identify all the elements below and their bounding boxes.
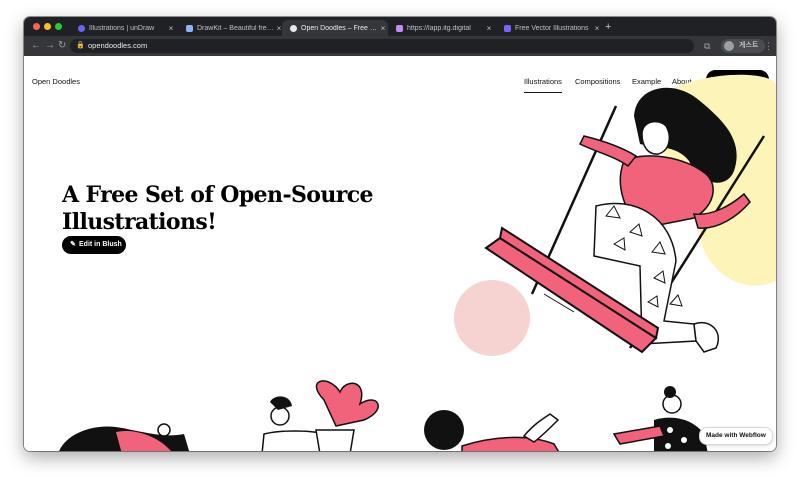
address-bar[interactable]: 🔒 opendoodles.com bbox=[70, 39, 694, 53]
zoom-window-button[interactable] bbox=[55, 23, 62, 30]
close-tab-icon[interactable]: × bbox=[166, 24, 176, 33]
doodle-lying bbox=[424, 410, 560, 451]
pink-circle bbox=[454, 280, 530, 356]
new-tab-button[interactable]: + bbox=[605, 20, 611, 34]
lock-icon: 🔒 bbox=[76, 42, 85, 49]
hero-headline: A Free Set of Open-Source Illustrations! bbox=[62, 182, 374, 235]
translate-icon[interactable]: ⧉ bbox=[704, 40, 710, 52]
close-window-button[interactable] bbox=[33, 23, 40, 30]
close-tab-icon[interactable]: × bbox=[378, 24, 388, 33]
browser-toolbar: ← → ↻ 🔒 opendoodles.com ⧉ 게스트 ⋮ bbox=[24, 36, 776, 56]
reload-icon[interactable]: ↻ bbox=[58, 39, 66, 53]
profile-label: 게스트 bbox=[739, 42, 759, 49]
tab-free-vector[interactable]: Free Vector Illustrations × bbox=[496, 20, 602, 36]
swing-illustration bbox=[454, 74, 776, 356]
open-doodles-favicon-icon bbox=[290, 24, 297, 32]
edit-in-blush-button[interactable]: ✎ Edit in Blush bbox=[62, 236, 126, 254]
minimize-window-button[interactable] bbox=[44, 23, 51, 30]
avatar-icon bbox=[724, 41, 734, 51]
drawkit-favicon-icon bbox=[186, 24, 193, 32]
tab-drawkit[interactable]: DrawKit – Beautiful free vector illustra… bbox=[178, 20, 284, 36]
tab-open-doodles[interactable]: Open Doodles – Free sketchy illustration… bbox=[282, 20, 388, 36]
menu-icon[interactable]: ⋮ bbox=[764, 40, 773, 52]
web-page: Open Doodles Illustrations Compositions … bbox=[24, 56, 776, 451]
made-with-webflow-badge[interactable]: Made with Webflow bbox=[699, 427, 773, 445]
undraw-favicon-icon bbox=[78, 24, 85, 32]
doodle-plant bbox=[261, 380, 379, 451]
doodle-gallery-row bbox=[59, 380, 708, 451]
tab-lapp[interactable]: https://lapp.itg.digital × bbox=[388, 20, 494, 36]
site-logo[interactable]: Open Doodles bbox=[32, 77, 80, 86]
pencil-icon: ✎ bbox=[70, 241, 76, 248]
face bbox=[641, 120, 671, 155]
back-arrow-icon[interactable]: ← bbox=[31, 39, 41, 53]
tab-bar: Illustrations | unDraw × DrawKit – Beaut… bbox=[24, 17, 776, 36]
browser-window: Illustrations | unDraw × DrawKit – Beaut… bbox=[24, 17, 776, 451]
left-arm bbox=[578, 135, 638, 168]
close-tab-icon[interactable]: × bbox=[592, 24, 602, 33]
url-text: opendoodles.com bbox=[88, 41, 148, 50]
tab-undraw[interactable]: Illustrations | unDraw × bbox=[70, 20, 176, 36]
free-vector-favicon-icon bbox=[504, 24, 511, 32]
profile-button[interactable]: 게스트 bbox=[721, 39, 766, 53]
foot bbox=[693, 321, 719, 353]
doodle-sitting bbox=[612, 386, 708, 451]
doodle-reclining bbox=[59, 423, 190, 451]
close-tab-icon[interactable]: × bbox=[484, 24, 494, 33]
forward-arrow-icon[interactable]: → bbox=[45, 39, 55, 53]
lapp-favicon-icon bbox=[396, 24, 403, 32]
